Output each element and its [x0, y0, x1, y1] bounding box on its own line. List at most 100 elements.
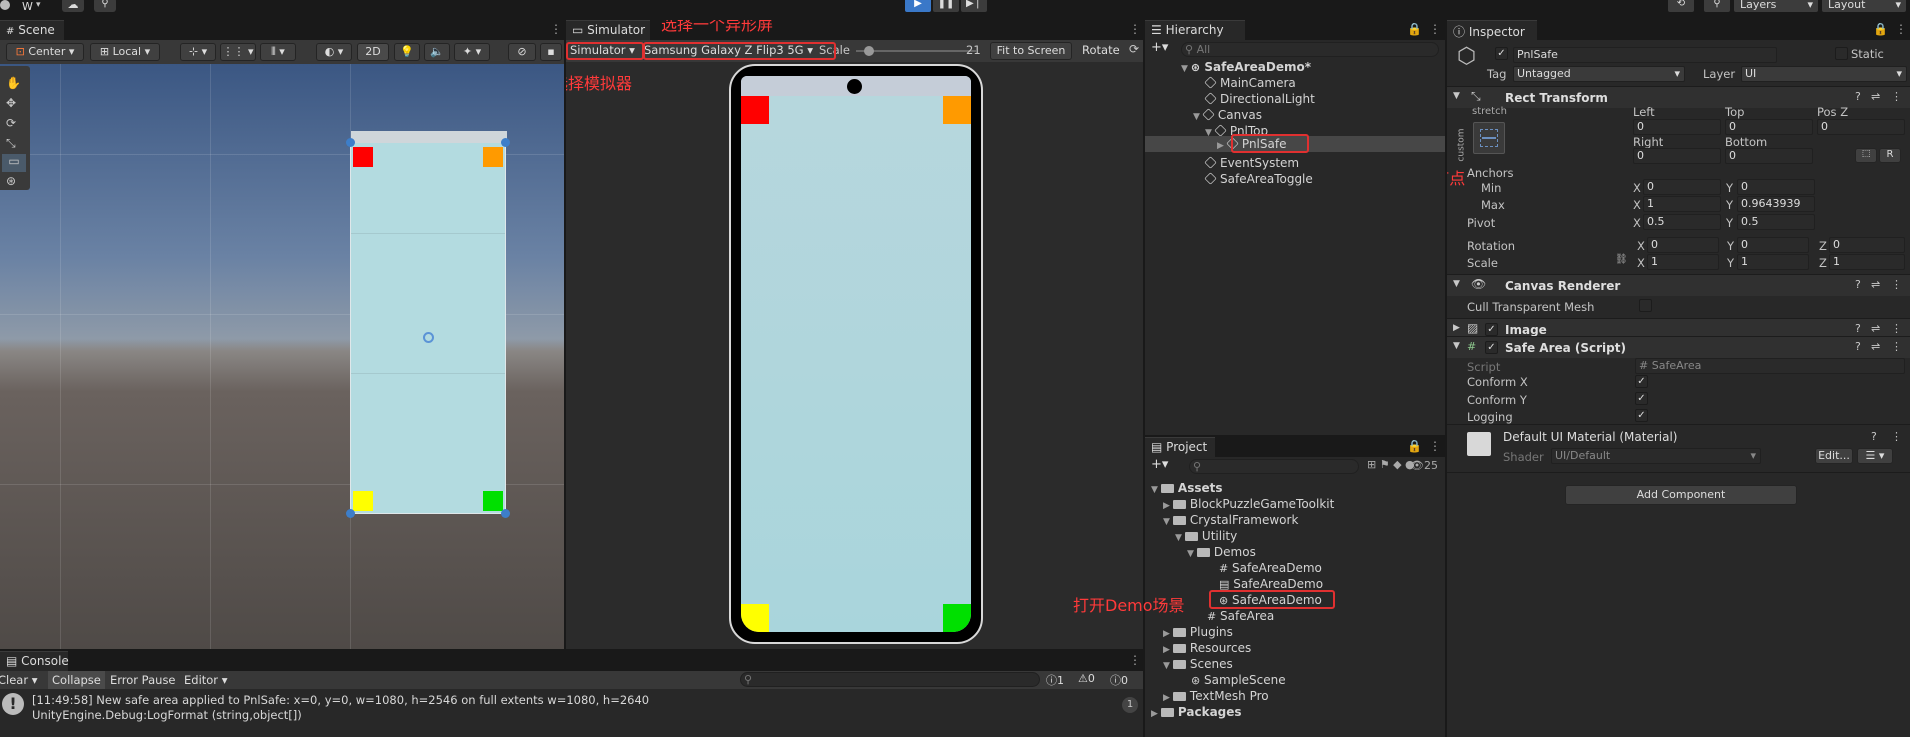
tab-project[interactable]: ▤ Project — [1145, 437, 1215, 457]
hierarchy-search-input[interactable]: ⚲ All — [1181, 42, 1439, 57]
conform-x-checkbox[interactable]: ✓ — [1635, 375, 1648, 388]
conform-y-checkbox[interactable]: ✓ — [1635, 392, 1648, 405]
anchor-handle-tr[interactable] — [501, 138, 510, 147]
hierarchy-item-light[interactable]: DirectionalLight — [1220, 92, 1315, 106]
left-field[interactable]: 0 — [1633, 119, 1721, 135]
shader-edit-button[interactable]: Edit... — [1815, 448, 1853, 464]
safe-area-header[interactable]: ▼ # ✓ Safe Area (Script) ? ⇌ ⋮ — [1447, 336, 1910, 358]
project-item-safearea[interactable]: SafeArea — [1220, 609, 1274, 623]
error-count-toggle[interactable]: ⓘ0 — [1110, 672, 1128, 688]
clear-button[interactable]: Clear ▾ — [0, 673, 38, 687]
project-lock-icon[interactable]: 🔒 — [1407, 439, 1422, 453]
project-item-resources[interactable]: Resources — [1190, 641, 1251, 655]
hierarchy-item-canvas[interactable]: Canvas — [1218, 108, 1262, 122]
rotation-z-field[interactable]: 0 — [1829, 237, 1905, 253]
rotation-y-field[interactable]: 0 — [1737, 237, 1809, 253]
inspector-menu-icon[interactable]: ⋮ — [1895, 22, 1907, 36]
project-add-button[interactable]: +▾ — [1151, 457, 1168, 472]
editor-dropdown[interactable]: Editor ▾ — [184, 673, 227, 687]
static-checkbox[interactable] — [1835, 47, 1848, 60]
hierarchy-item-scene[interactable]: SafeAreaDemo* — [1204, 60, 1311, 74]
help-icon[interactable]: ? — [1855, 322, 1861, 335]
scale-slider-thumb[interactable] — [864, 46, 874, 56]
project-item-demo-meta[interactable]: SafeAreaDemo — [1233, 577, 1323, 591]
pivot-dropdown[interactable]: ⊡ Center ▾ — [6, 43, 84, 61]
warn-count-toggle[interactable]: ⚠0 — [1078, 672, 1095, 685]
project-item-demos[interactable]: Demos — [1214, 545, 1256, 559]
scale-x-field[interactable]: 1 — [1647, 254, 1719, 270]
scale-tool-icon[interactable]: ⤡ — [6, 136, 16, 151]
add-component-button[interactable]: Add Component — [1565, 485, 1797, 505]
visibility-button[interactable]: ⊘ — [508, 43, 536, 61]
logging-checkbox[interactable]: ✓ — [1635, 409, 1648, 422]
project-item-packages[interactable]: Packages — [1178, 705, 1242, 719]
help-icon[interactable]: ? — [1855, 340, 1861, 353]
play-button[interactable]: ▶ — [905, 0, 931, 12]
pivot-handle[interactable] — [423, 332, 434, 343]
step-button[interactable]: ▶❘ — [961, 0, 987, 12]
account-icon[interactable] — [0, 0, 10, 10]
preset-icon[interactable]: ⇌ — [1871, 340, 1880, 353]
layers-dropdown[interactable]: Layers ▾ — [1734, 0, 1818, 12]
anchor-handle-br[interactable] — [501, 509, 510, 518]
history-icon[interactable]: ⟲ — [1668, 0, 1694, 12]
search-icon[interactable]: ⚲ — [1704, 0, 1730, 12]
hierarchy-lock-icon[interactable]: 🔒 — [1407, 22, 1422, 36]
scale-z-field[interactable]: 1 — [1829, 254, 1905, 270]
hierarchy-add-button[interactable]: +▾ — [1151, 40, 1168, 55]
tab-console[interactable]: ▤ Console — [0, 651, 69, 671]
tab-scene[interactable]: # Scene — [0, 20, 64, 40]
object-name-input[interactable]: PnlSafe — [1513, 47, 1777, 63]
project-item-samplescene[interactable]: SampleScene — [1204, 673, 1286, 687]
project-menu-icon[interactable]: ⋮ — [1429, 439, 1441, 453]
shader-options-button[interactable]: ☰ ▾ — [1857, 448, 1893, 464]
hierarchy-item-eventsystem[interactable]: EventSystem — [1220, 156, 1299, 170]
pivot-y-field[interactable]: 0.5 — [1737, 214, 1815, 230]
account-dropdown-icon[interactable]: ▾ — [36, 0, 41, 10]
layout-dropdown[interactable]: Layout ▾ — [1822, 0, 1906, 12]
anchor-preset-button[interactable] — [1473, 122, 1505, 154]
component-menu-icon[interactable]: ⋮ — [1891, 90, 1902, 103]
project-item-utility[interactable]: Utility — [1202, 529, 1237, 543]
rotation-x-field[interactable]: 0 — [1647, 237, 1719, 253]
hierarchy-item-toggle[interactable]: SafeAreaToggle — [1220, 172, 1313, 186]
project-item-bpgt[interactable]: BlockPuzzleGameToolkit — [1190, 497, 1334, 511]
project-item-scenes[interactable]: Scenes — [1190, 657, 1233, 671]
tab-simulator[interactable]: ▭ Simulator — [566, 20, 650, 40]
help-icon[interactable]: ? — [1855, 90, 1861, 103]
collapse-toggle[interactable]: Collapse — [48, 671, 105, 689]
camera-button[interactable]: ▪ — [540, 43, 562, 61]
anchor-min-y[interactable]: 0 — [1737, 179, 1815, 195]
rotate-tool-icon[interactable]: ⟳ — [6, 116, 16, 130]
cull-checkbox[interactable] — [1639, 299, 1652, 312]
tab-hierarchy[interactable]: ☰ Hierarchy — [1145, 20, 1245, 40]
pause-button[interactable]: ❚❚ — [933, 0, 959, 12]
raw-edit-button[interactable]: R — [1879, 148, 1901, 163]
right-field[interactable]: 0 — [1633, 148, 1721, 164]
fit-to-screen-button[interactable]: Fit to Screen — [990, 42, 1072, 60]
error-pause-toggle[interactable]: Error Pause — [110, 673, 176, 687]
rotate-button[interactable]: Rotate — [1082, 43, 1120, 57]
fx-button[interactable]: ✦ ▾ — [454, 43, 490, 61]
anchor-handle-bl[interactable] — [346, 509, 355, 518]
blueprint-button[interactable]: ⬚ — [1855, 148, 1877, 163]
cloud-icon[interactable]: ☁ — [62, 0, 84, 12]
help-icon[interactable]: ? — [1855, 278, 1861, 291]
hierarchy-menu-icon[interactable]: ⋮ — [1429, 22, 1441, 36]
anchor-max-y[interactable]: 0.9643939 — [1737, 196, 1815, 212]
top-field[interactable]: 0 — [1725, 119, 1813, 135]
move-tool-icon[interactable]: ✥ — [6, 96, 16, 110]
anchor-handle-tl[interactable] — [346, 138, 355, 147]
safe-area-enabled-checkbox[interactable]: ✓ — [1485, 341, 1498, 354]
component-menu-icon[interactable]: ⋮ — [1891, 340, 1902, 353]
component-menu-icon[interactable]: ⋮ — [1891, 278, 1902, 291]
account-label[interactable]: W — [22, 0, 33, 13]
bottom-field[interactable]: 0 — [1725, 148, 1813, 164]
anchor-max-x[interactable]: 1 — [1643, 196, 1721, 212]
console-entry[interactable]: ! [11:49:58] New safe area applied to Pn… — [0, 691, 1143, 727]
rect-tool-icon[interactable]: ▭ — [2, 154, 26, 172]
material-menu-icon[interactable]: ⋮ — [1891, 430, 1902, 443]
project-item-tmp[interactable]: TextMesh Pro — [1190, 689, 1269, 703]
constrain-scale-icon[interactable]: ⛓ — [1615, 254, 1628, 265]
grid-button[interactable]: ⋮⋮ ▾ — [220, 43, 256, 61]
